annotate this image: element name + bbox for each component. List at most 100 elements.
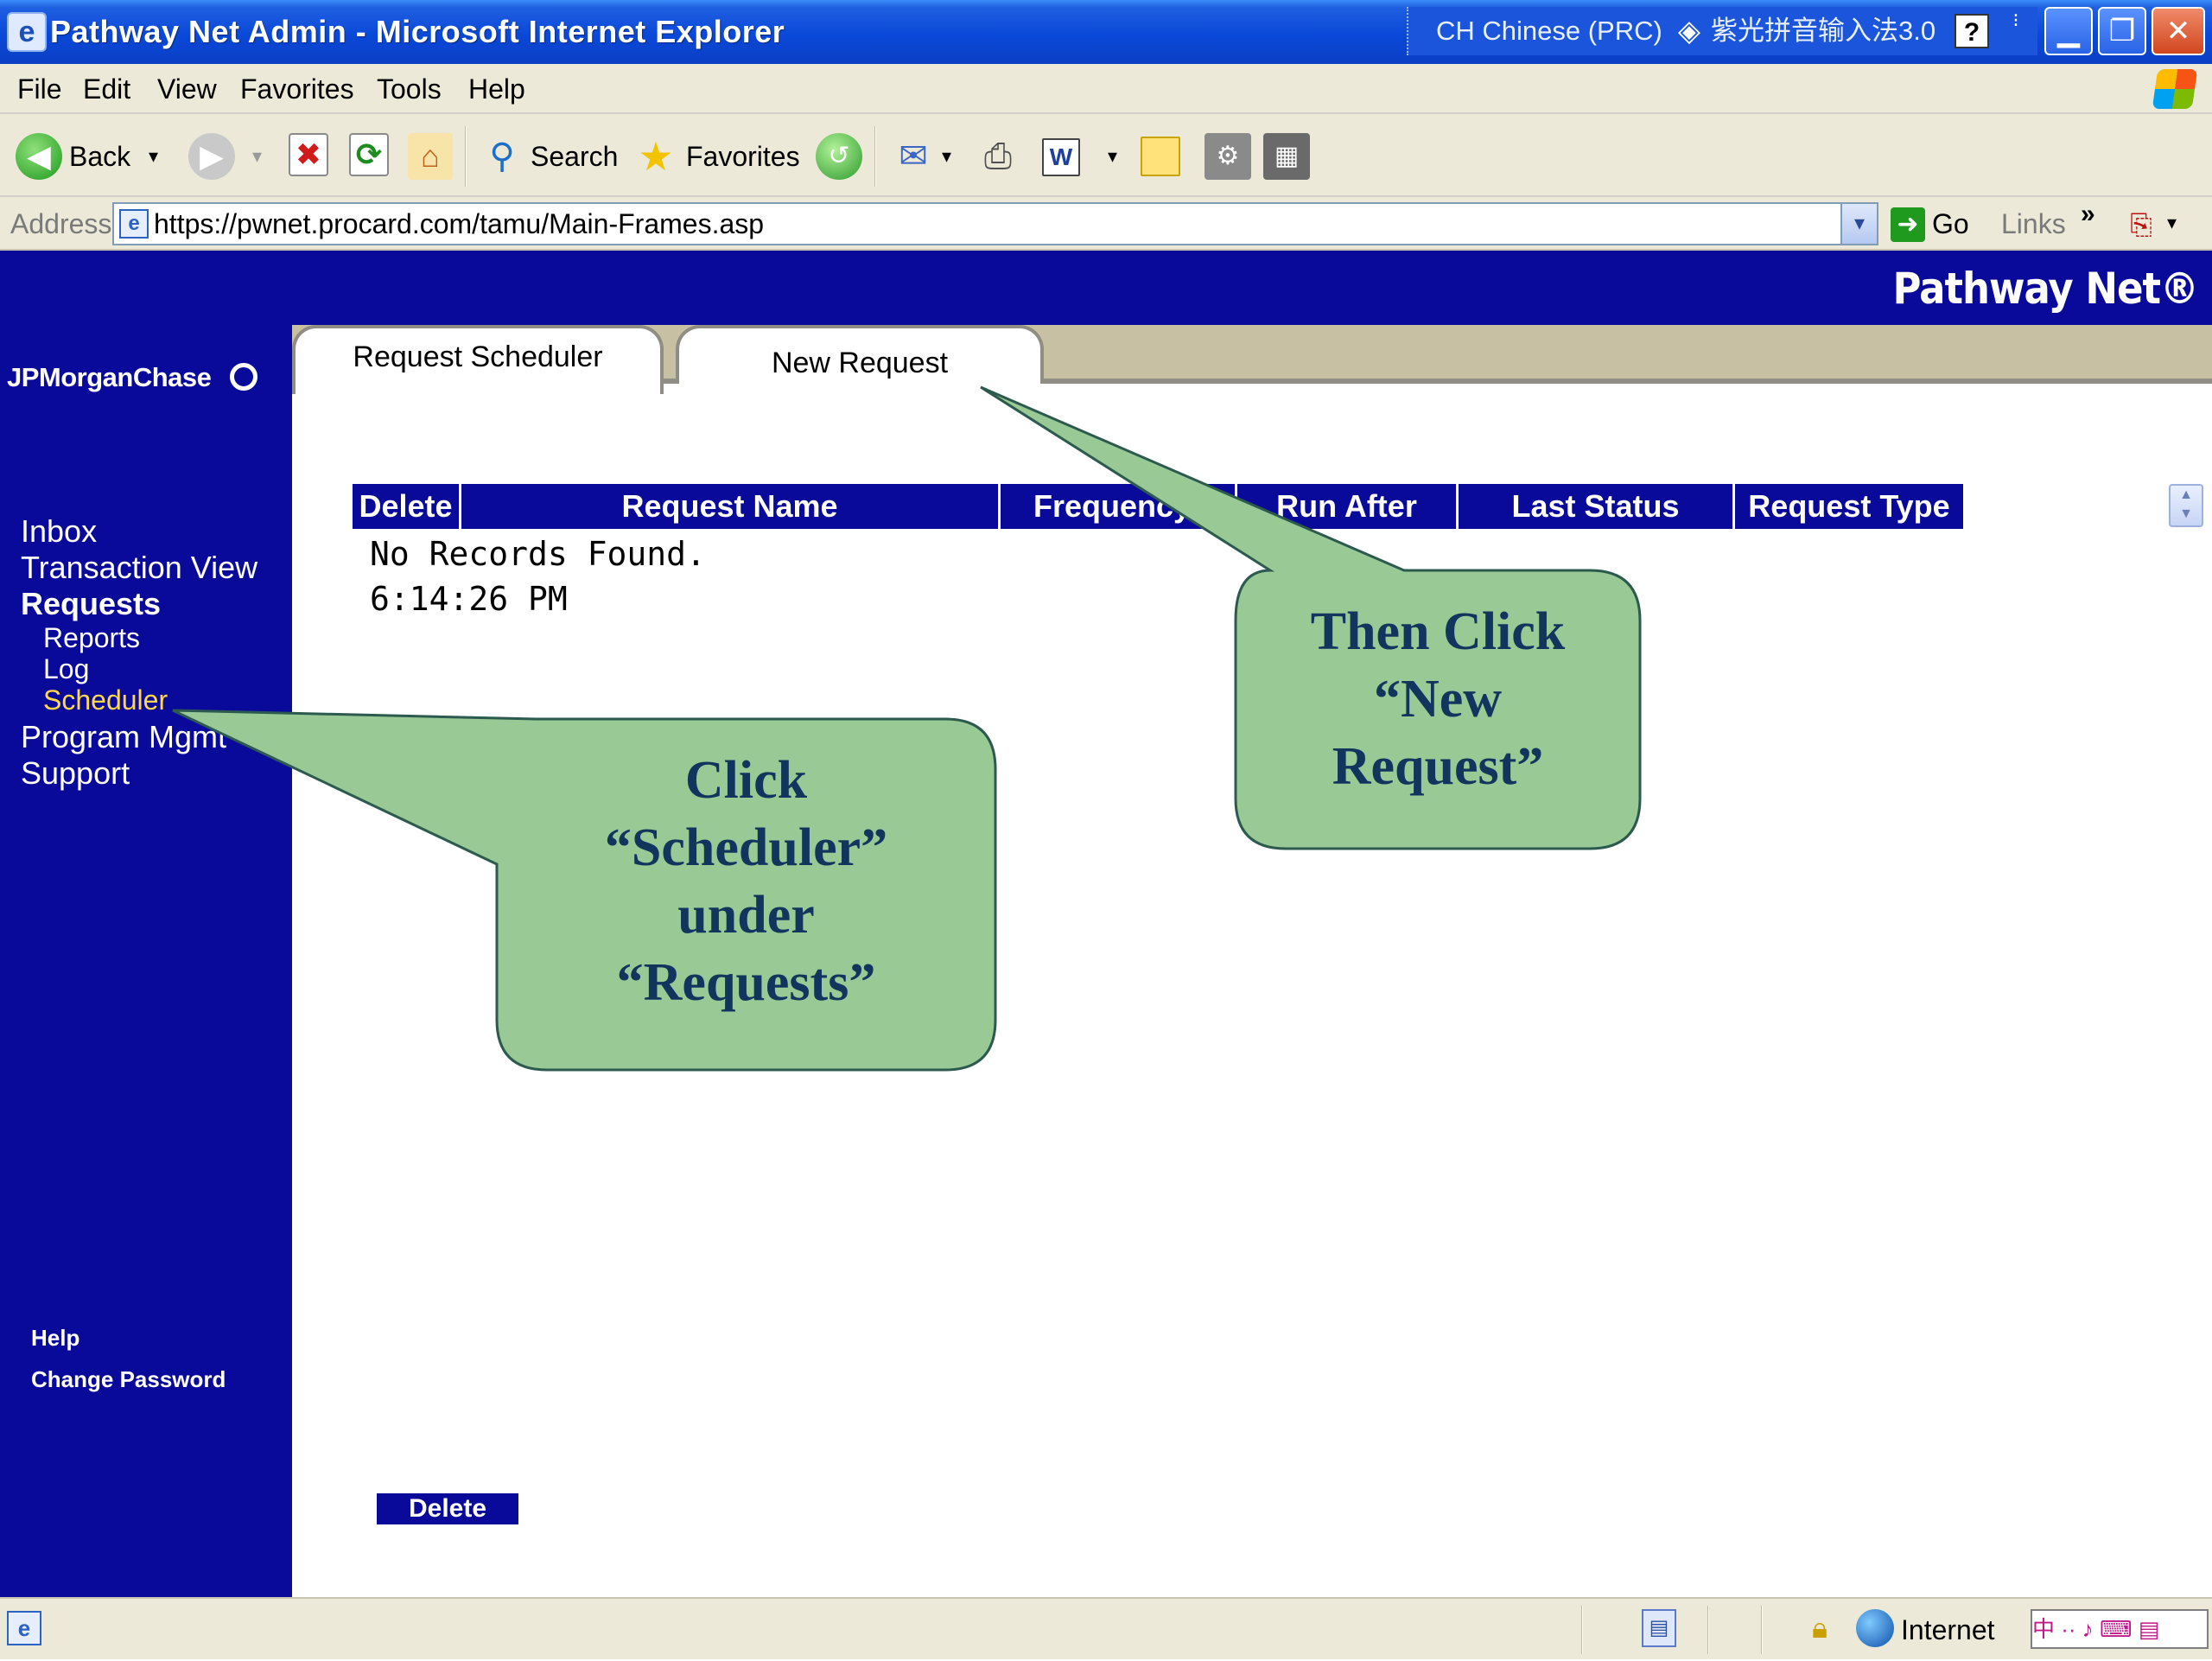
mail-dropdown-icon[interactable]: ▾ <box>942 131 951 181</box>
minimize-button[interactable]: ▁ <box>2044 7 2093 55</box>
callout-scheduler-line: “Scheduler” <box>604 818 888 877</box>
status-bar: e ▤ 🔒︎ Internet 中 ·· ♪ ⌨ ▤ <box>0 1597 2212 1659</box>
callout-new-request-text: Then Click “New Request” <box>1236 598 1640 800</box>
sidebar-item-transaction-view[interactable]: Transaction View <box>21 550 257 586</box>
pdf-icon[interactable]: ⎘ <box>2124 207 2158 242</box>
print-icon[interactable]: ⎙ <box>975 133 1021 180</box>
delete-button[interactable]: Delete <box>377 1493 518 1524</box>
status-separator <box>1761 1606 1763 1654</box>
column-header-run-after: Run After <box>1237 484 1459 529</box>
callout-new-request-line: Then Click <box>1310 602 1566 661</box>
ime-name[interactable]: 紫光拼音输入法3.0 <box>1711 7 1936 55</box>
address-bar: Address e https://pwnet.procard.com/tamu… <box>0 197 2212 251</box>
windows-logo-icon <box>2152 69 2198 109</box>
sidebar-item-help[interactable]: Help <box>31 1322 79 1353</box>
jpmorganchase-logo: JPMorganChase <box>7 362 212 392</box>
forward-arrow-icon[interactable]: ▶ <box>188 133 235 180</box>
empty-message: No Records Found. <box>370 535 706 573</box>
menu-bar: File Edit View Favorites Tools Help <box>0 64 2212 114</box>
lock-icon[interactable]: 🔒︎ <box>1804 1609 1835 1647</box>
status-separator <box>1707 1606 1709 1654</box>
callout-scheduler-line: “Requests” <box>616 953 876 1012</box>
globe-icon <box>1856 1609 1894 1647</box>
callout-scheduler-line: Click <box>684 751 808 810</box>
page-status-icon: e <box>7 1611 41 1645</box>
menu-favorites[interactable]: Favorites <box>240 64 354 114</box>
menu-help[interactable]: Help <box>468 64 525 114</box>
tab-strip: Request Scheduler New Request <box>292 325 2212 394</box>
ie-page-icon: e <box>7 12 47 52</box>
favorites-star-icon[interactable]: ★ <box>632 133 679 180</box>
toolbar-separator <box>465 126 467 187</box>
back-button[interactable]: Back <box>69 131 130 181</box>
sidebar-item-requests[interactable]: Requests <box>21 586 161 622</box>
sidebar-item-reports[interactable]: Reports <box>43 622 140 653</box>
ime-diamond-icon[interactable]: ◈ <box>1672 14 1707 48</box>
sidebar-item-inbox[interactable]: Inbox <box>21 513 97 550</box>
discuss-note-icon[interactable] <box>1141 137 1180 176</box>
back-dropdown-icon[interactable]: ▾ <box>149 131 158 181</box>
pdf-dropdown-icon[interactable]: ▾ <box>2167 206 2177 240</box>
close-button[interactable]: ✕ <box>2152 7 2205 55</box>
forward-dropdown-icon[interactable]: ▾ <box>252 131 262 181</box>
timestamp: 6:14:26 PM <box>370 580 568 618</box>
status-separator <box>1581 1606 1583 1654</box>
column-header-delete: Delete <box>353 484 461 529</box>
links-chevron-icon[interactable]: » <box>2081 197 2095 232</box>
go-arrow-icon[interactable]: ➜ <box>1891 207 1925 242</box>
search-icon[interactable]: ⚲ <box>479 133 525 180</box>
tab-new-request[interactable]: New Request <box>676 325 1044 384</box>
research-icon[interactable]: ▦ <box>1263 133 1310 180</box>
callout-new-request-line: Request” <box>1332 737 1544 796</box>
ime-options-icon[interactable]: ⁝ <box>2003 10 2029 52</box>
sidebar-item-change-password[interactable]: Change Password <box>31 1364 226 1395</box>
back-arrow-icon[interactable]: ◀ <box>16 133 62 180</box>
column-header-last-status: Last Status <box>1459 484 1735 529</box>
callout-new-request-line: “New <box>1373 670 1503 729</box>
pathway-net-logo: Pathway Net® <box>1892 264 2199 314</box>
security-zone: Internet <box>1901 1614 1995 1645</box>
sidebar-item-support[interactable]: Support <box>21 755 130 792</box>
address-dropdown-icon[interactable]: ▾ <box>1840 202 1878 245</box>
stop-icon[interactable]: ✖ <box>289 133 328 176</box>
address-label: Address <box>10 208 112 239</box>
menu-tools[interactable]: Tools <box>377 64 442 114</box>
toolbar-separator <box>874 126 876 187</box>
page-header: Pathway Net® <box>0 251 2212 325</box>
sidebar-item-scheduler[interactable]: Scheduler <box>43 684 168 716</box>
home-icon[interactable]: ⌂ <box>408 133 453 180</box>
edit-dropdown-icon[interactable]: ▾ <box>1108 131 1117 181</box>
page-icon: ▤ <box>1642 1609 1676 1647</box>
column-header-request-name: Request Name <box>461 484 1001 529</box>
address-input[interactable]: e https://pwnet.procard.com/tamu/Main-Fr… <box>112 202 1878 245</box>
title-bar[interactable]: e Pathway Net Admin - Microsoft Internet… <box>0 0 2212 64</box>
sidebar-item-program-mgmt[interactable]: Program Mgmt <box>21 719 226 755</box>
address-url[interactable]: https://pwnet.procard.com/tamu/Main-Fram… <box>154 204 764 244</box>
scroll-arrows-icon[interactable]: ▲ ▼ <box>2169 484 2203 527</box>
search-button[interactable]: Search <box>531 131 618 181</box>
sidebar: JPMorganChase Inbox Transaction View Req… <box>0 325 292 1597</box>
chase-octagon-icon <box>230 363 257 391</box>
edit-word-icon[interactable]: W <box>1042 138 1080 176</box>
history-icon[interactable]: ↺ <box>816 133 862 180</box>
links-label[interactable]: Links <box>2001 197 2066 251</box>
refresh-icon[interactable]: ⟳ <box>349 133 389 176</box>
menu-edit[interactable]: Edit <box>83 64 130 114</box>
ime-help-icon[interactable]: ? <box>1955 14 1989 48</box>
menu-file[interactable]: File <box>17 64 62 114</box>
column-header-frequency: Frequency <box>1001 484 1237 529</box>
language-indicator[interactable]: CH Chinese (PRC) <box>1436 7 1662 55</box>
go-button[interactable]: Go <box>1932 197 1969 251</box>
language-bar[interactable]: CH Chinese (PRC) ◈ 紫光拼音输入法3.0 ? ⁝ <box>1407 7 2037 55</box>
ime-status-bar[interactable]: 中 ·· ♪ ⌨ ▤ <box>2031 1609 2209 1649</box>
tab-request-scheduler[interactable]: Request Scheduler <box>292 325 664 394</box>
maximize-button[interactable]: ❐ <box>2098 7 2146 55</box>
table-header: Delete Request Name Frequency Run After … <box>353 484 1963 529</box>
toolbar: ◀ Back ▾ ▶ ▾ ✖ ⟳ ⌂ ⚲ Search ★ Favorites … <box>0 114 2212 197</box>
menu-view[interactable]: View <box>157 64 217 114</box>
window-title: Pathway Net Admin - Microsoft Internet E… <box>50 14 785 49</box>
favorites-button[interactable]: Favorites <box>686 131 800 181</box>
mail-icon[interactable]: ✉ <box>890 133 937 180</box>
sidebar-item-log[interactable]: Log <box>43 653 89 684</box>
messenger-icon[interactable]: ⚙ <box>1205 133 1251 180</box>
